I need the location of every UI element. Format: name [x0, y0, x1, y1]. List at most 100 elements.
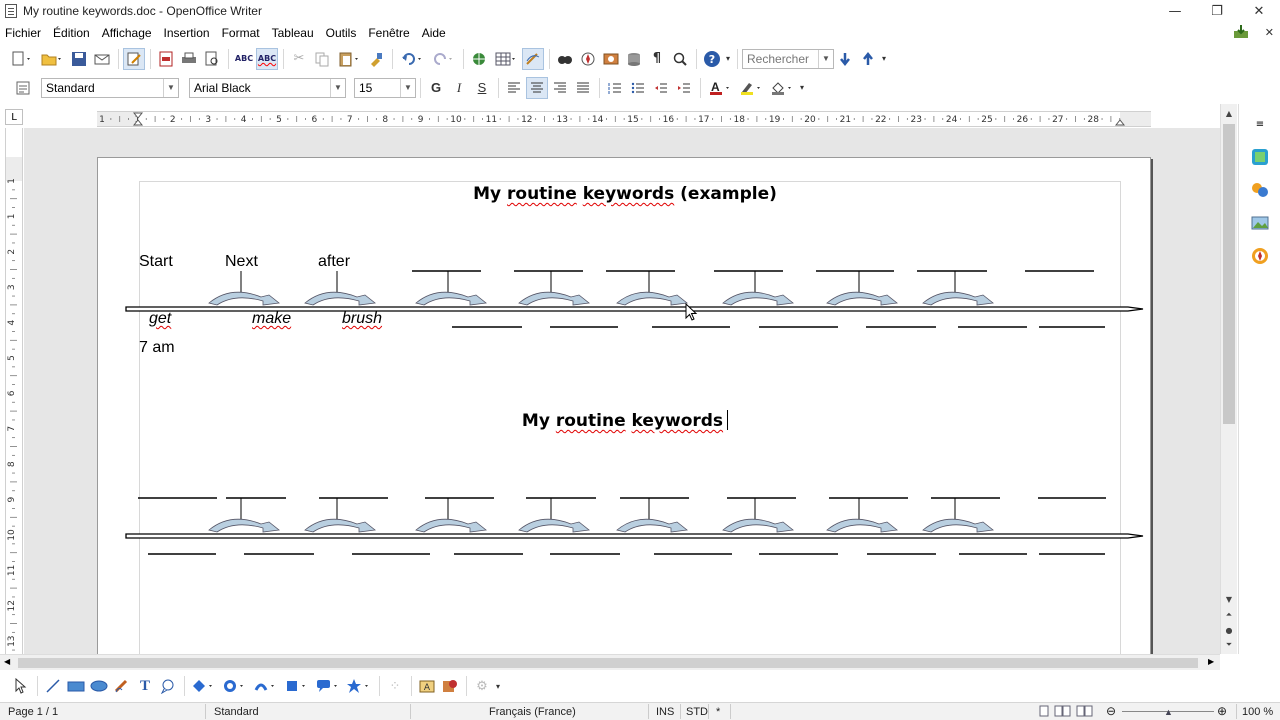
block-arrows-icon[interactable]: [251, 675, 281, 697]
horizontal-scrollbar[interactable]: ◀ ▶: [0, 654, 1220, 670]
background-color-icon[interactable]: [767, 77, 797, 99]
curved-arrow-shape[interactable]: [518, 291, 590, 306]
chevron-down-icon[interactable]: ▼: [330, 78, 345, 97]
draw-functions-icon[interactable]: [522, 47, 544, 70]
align-right-icon[interactable]: [549, 77, 571, 99]
menu-tableau[interactable]: Tableau: [266, 26, 320, 40]
menu-edition[interactable]: Édition: [47, 26, 96, 40]
curved-arrow-shape[interactable]: [415, 518, 487, 533]
undo-icon[interactable]: [397, 48, 427, 70]
highlight-icon[interactable]: [736, 77, 766, 99]
language[interactable]: Français (France): [489, 706, 576, 718]
new-icon[interactable]: [6, 48, 36, 70]
scroll-up-arrow[interactable]: ▲: [1221, 106, 1237, 120]
scroll-down-arrow[interactable]: ▼: [1221, 592, 1237, 606]
clone-format-icon[interactable]: [365, 48, 387, 70]
timeline-axis-arrow[interactable]: [125, 533, 1144, 539]
bullets-icon[interactable]: [627, 77, 649, 99]
paste-icon[interactable]: [334, 48, 364, 70]
chevron-down-icon[interactable]: ▼: [400, 78, 415, 97]
restore-button[interactable]: ❐: [1196, 0, 1238, 22]
gallery-icon[interactable]: [600, 48, 622, 70]
curved-arrow-shape[interactable]: [208, 291, 280, 306]
text-icon[interactable]: T: [134, 675, 156, 697]
print-preview-icon[interactable]: [201, 48, 223, 70]
vertical-scrollbar[interactable]: ▲ ▼ ⏶ ● ⏷: [1220, 104, 1237, 654]
sidebar-menu-icon[interactable]: ≡: [1250, 114, 1270, 134]
menu-fichier[interactable]: Fichier: [0, 26, 47, 40]
flowcharts-icon[interactable]: [282, 675, 312, 697]
scroll-right-arrow[interactable]: ▶: [1208, 657, 1214, 666]
curved-arrow-shape[interactable]: [415, 291, 487, 306]
selection-mode[interactable]: STD: [686, 706, 708, 718]
menu-outils[interactable]: Outils: [320, 26, 363, 40]
timeline-drawings[interactable]: [98, 158, 1152, 654]
next-page-icon[interactable]: ⏷: [1221, 638, 1237, 652]
curved-arrow-shape[interactable]: [304, 518, 376, 533]
chevron-down-icon[interactable]: ▼: [818, 49, 833, 68]
single-page-view-icon[interactable]: [1038, 705, 1050, 720]
styles-formatting-icon[interactable]: [12, 77, 34, 99]
font-size-select[interactable]: 15 ▼: [354, 77, 416, 98]
print-icon[interactable]: [178, 48, 200, 70]
horizontal-scroll-thumb[interactable]: [18, 658, 1198, 668]
page-count[interactable]: Page 1 / 1: [8, 706, 58, 718]
freeform-icon[interactable]: [111, 675, 133, 697]
stars-icon[interactable]: [344, 675, 374, 697]
curved-arrow-shape[interactable]: [304, 291, 376, 306]
close-button[interactable]: ✕: [1238, 0, 1280, 22]
toolbar-overflow-icon[interactable]: ▾: [798, 77, 806, 99]
cut-icon[interactable]: ✂: [288, 48, 310, 70]
callout-icon[interactable]: [157, 675, 179, 697]
export-pdf-icon[interactable]: [155, 48, 177, 70]
select-icon[interactable]: [10, 675, 32, 697]
menu-aide[interactable]: Aide: [416, 26, 452, 40]
autospellcheck-icon[interactable]: ABC: [256, 47, 278, 70]
navigation-icon[interactable]: ●: [1221, 623, 1237, 637]
zoom-level[interactable]: 100 %: [1242, 706, 1273, 718]
toolbar-overflow-icon[interactable]: ▾: [724, 48, 732, 70]
toolbar-overflow-icon[interactable]: ▾: [494, 675, 502, 697]
align-center-icon[interactable]: [526, 76, 548, 99]
help-icon[interactable]: ?: [701, 48, 723, 70]
formatting-marks-icon[interactable]: ¶: [646, 48, 668, 70]
copy-icon[interactable]: [311, 48, 333, 70]
curved-arrow-shape[interactable]: [208, 518, 280, 533]
menu-affichage[interactable]: Affichage: [96, 26, 158, 40]
redo-icon[interactable]: [428, 48, 458, 70]
styles-icon[interactable]: [1250, 180, 1270, 200]
curved-arrow-shape[interactable]: [616, 291, 688, 306]
insert-mode[interactable]: INS: [656, 706, 674, 718]
font-name-select[interactable]: Arial Black ▼: [189, 77, 346, 98]
minimize-button[interactable]: —: [1154, 0, 1196, 22]
callouts-icon[interactable]: [313, 675, 343, 697]
curved-arrow-shape[interactable]: [722, 518, 794, 533]
curved-arrow-shape[interactable]: [826, 291, 898, 306]
email-icon[interactable]: [91, 48, 113, 70]
zoom-slider-handle[interactable]: ▲: [1164, 707, 1173, 717]
gallery-sidebar-icon[interactable]: [1250, 213, 1270, 233]
numbering-icon[interactable]: [604, 77, 626, 99]
scroll-left-arrow[interactable]: ◀: [4, 657, 10, 666]
underline-button[interactable]: S: [471, 77, 493, 99]
document-page[interactable]: My routine keywords (example) Start Next…: [97, 157, 1151, 654]
basic-shapes-icon[interactable]: [189, 675, 219, 697]
decrease-indent-icon[interactable]: [650, 77, 672, 99]
hyperlink-icon[interactable]: [468, 48, 490, 70]
increase-indent-icon[interactable]: [673, 77, 695, 99]
spellcheck-icon[interactable]: ABC: [233, 48, 255, 70]
zoom-icon[interactable]: [669, 48, 691, 70]
update-available-icon[interactable]: [1233, 25, 1249, 39]
book-view-icon[interactable]: [1076, 705, 1094, 720]
curved-arrow-shape[interactable]: [722, 291, 794, 306]
curved-arrow-shape[interactable]: [922, 518, 994, 533]
vertical-scroll-thumb[interactable]: [1223, 124, 1235, 424]
zoom-out-icon[interactable]: ⊖: [1106, 704, 1116, 718]
curved-arrow-shape[interactable]: [922, 291, 994, 306]
multi-page-view-icon[interactable]: [1054, 705, 1072, 720]
document-modified[interactable]: *: [716, 706, 720, 718]
table-icon[interactable]: [491, 48, 521, 70]
find-next-icon[interactable]: [834, 48, 856, 70]
tab-stop-type-button[interactable]: L: [5, 109, 23, 125]
previous-page-icon[interactable]: ⏶: [1221, 608, 1237, 622]
